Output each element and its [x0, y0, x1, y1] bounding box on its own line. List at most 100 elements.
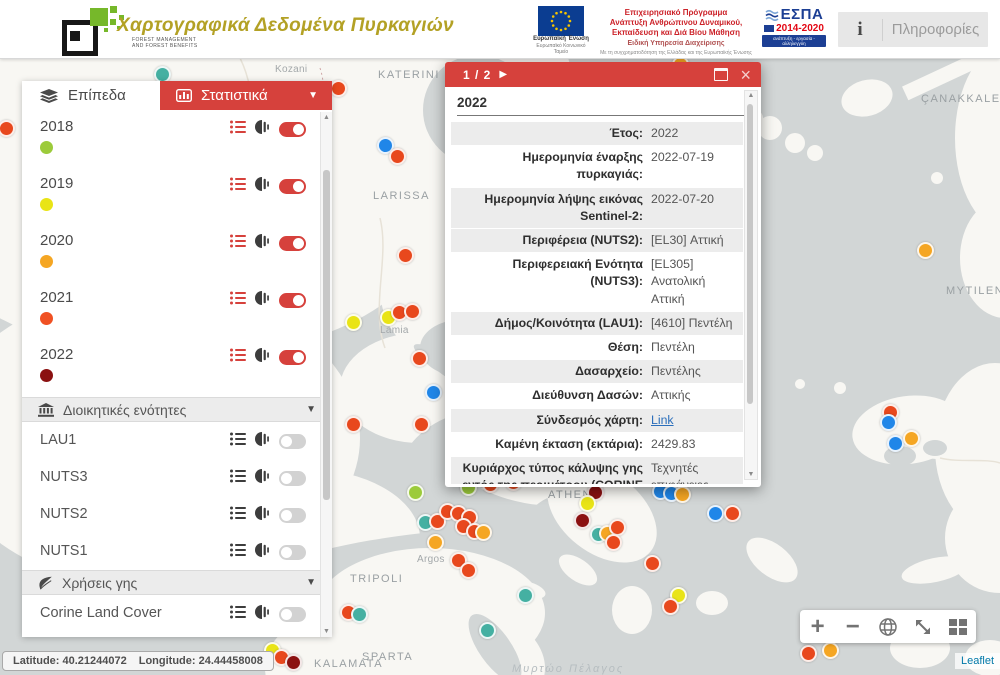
fire-marker[interactable] [351, 606, 368, 623]
legend-list-button[interactable] [230, 177, 246, 196]
scroll-down-icon[interactable]: ▼ [745, 471, 757, 478]
fire-marker[interactable] [479, 622, 496, 639]
sidebar-scrollbar[interactable]: ▲ ▼ [320, 112, 332, 637]
globe-button[interactable] [873, 612, 903, 642]
info-button[interactable]: i Πληροφορίες [838, 12, 988, 47]
opacity-button[interactable] [255, 348, 270, 367]
fire-marker[interactable] [154, 66, 171, 83]
popup-scrollbar[interactable]: ▲ ▼ [744, 90, 758, 480]
maximize-icon[interactable] [714, 68, 728, 81]
fire-marker[interactable] [397, 247, 414, 264]
layer-color-dot [40, 312, 53, 325]
scrollbar-thumb[interactable] [323, 170, 330, 500]
opacity-button[interactable] [255, 506, 270, 525]
tab-statistics[interactable]: Στατιστικά ▼ [160, 81, 332, 110]
fire-marker[interactable] [609, 519, 626, 536]
fire-marker[interactable] [674, 486, 691, 503]
layer-toggle[interactable] [279, 471, 306, 486]
section-header[interactable]: Διοικητικές ενότητες ▼ [22, 397, 332, 422]
fire-marker[interactable] [574, 512, 591, 529]
chevron-down-icon: ▼ [308, 90, 318, 101]
scroll-up-icon[interactable]: ▲ [745, 92, 757, 99]
legend-list-button[interactable] [230, 234, 246, 253]
opacity-button[interactable] [255, 120, 270, 139]
layer-toggle[interactable] [279, 293, 306, 308]
opacity-button[interactable] [255, 605, 270, 624]
layer-toggle[interactable] [279, 179, 306, 194]
attribute-row: Σύνδεσμός χάρτη: Link [451, 409, 743, 432]
list-icon [230, 432, 246, 446]
fire-marker[interactable] [0, 120, 15, 137]
fire-marker[interactable] [880, 414, 897, 431]
legend-list-button[interactable] [230, 543, 246, 562]
fire-marker[interactable] [917, 242, 934, 259]
zoom-in-button[interactable]: + [803, 612, 833, 642]
zoom-out-button[interactable]: − [838, 612, 868, 642]
scrollbar-thumb[interactable] [747, 104, 753, 404]
fire-marker[interactable] [822, 642, 839, 659]
tab-layers[interactable]: Επίπεδα [22, 81, 160, 110]
fire-marker[interactable] [345, 416, 362, 433]
layer-toggle[interactable] [279, 434, 306, 449]
fire-marker[interactable] [413, 416, 430, 433]
fire-marker[interactable] [411, 350, 428, 367]
legend-list-button[interactable] [230, 432, 246, 451]
fire-marker[interactable] [800, 645, 817, 662]
layer-toggle[interactable] [279, 122, 306, 137]
fire-marker[interactable] [887, 435, 904, 452]
fire-marker[interactable] [517, 587, 534, 604]
espa-waves-icon [765, 9, 779, 21]
legend-list-button[interactable] [230, 605, 246, 624]
legend-list-button[interactable] [230, 506, 246, 525]
scroll-up-icon[interactable]: ▲ [321, 114, 332, 121]
map-link[interactable]: Link [651, 413, 674, 427]
attribute-value: [EL305] Ανατολική Αττική [649, 253, 743, 311]
fire-marker[interactable] [425, 384, 442, 401]
next-feature-icon[interactable]: ▶ [499, 69, 507, 80]
fire-marker[interactable] [407, 484, 424, 501]
fire-marker[interactable] [707, 505, 724, 522]
map-place-label: LARISSA [373, 190, 430, 202]
leaflet-attribution[interactable]: Leaflet [955, 653, 1000, 669]
layer-toggle[interactable] [279, 508, 306, 523]
attribute-table: Έτος: 2022Ημερομηνία έναρξης πυρκαγιάς: … [451, 122, 743, 484]
layer-toggle[interactable] [279, 350, 306, 365]
fire-marker[interactable] [345, 314, 362, 331]
fire-marker[interactable] [903, 430, 920, 447]
scroll-down-icon[interactable]: ▼ [321, 628, 332, 635]
fire-marker[interactable] [427, 534, 444, 551]
opacity-button[interactable] [255, 234, 270, 253]
opacity-button[interactable] [255, 432, 270, 451]
opacity-button[interactable] [255, 291, 270, 310]
section-header[interactable]: Χρήσεις γης ▼ [22, 570, 332, 595]
fire-marker[interactable] [285, 654, 302, 671]
fire-marker[interactable] [404, 303, 421, 320]
eu-flag-icon [538, 6, 584, 36]
attribute-value: [EL30] Αττική [649, 229, 743, 252]
opacity-button[interactable] [255, 543, 270, 562]
legend-list-button[interactable] [230, 469, 246, 488]
attribute-row: Θέση: Πεντέλη [451, 336, 743, 359]
opacity-button[interactable] [255, 177, 270, 196]
fire-marker[interactable] [724, 505, 741, 522]
attribute-row: Καμένη έκταση (εκτάρια): 2429.83 [451, 433, 743, 456]
legend-list-button[interactable] [230, 291, 246, 310]
fire-marker[interactable] [389, 148, 406, 165]
legend-list-button[interactable] [230, 348, 246, 367]
fire-marker[interactable] [475, 524, 492, 541]
fire-marker[interactable] [330, 80, 347, 97]
close-icon[interactable]: × [740, 66, 751, 84]
fire-marker[interactable] [662, 598, 679, 615]
fire-marker[interactable] [460, 562, 477, 579]
layer-toggle[interactable] [279, 607, 306, 622]
legend-list-button[interactable] [230, 120, 246, 139]
fire-marker[interactable] [644, 555, 661, 572]
opacity-icon [255, 432, 270, 446]
fire-marker[interactable] [579, 495, 596, 512]
basemap-grid-button[interactable] [943, 612, 973, 642]
opacity-button[interactable] [255, 469, 270, 488]
fire-marker[interactable] [605, 534, 622, 551]
fullscreen-button[interactable] [908, 612, 938, 642]
layer-toggle[interactable] [279, 236, 306, 251]
layer-toggle[interactable] [279, 545, 306, 560]
